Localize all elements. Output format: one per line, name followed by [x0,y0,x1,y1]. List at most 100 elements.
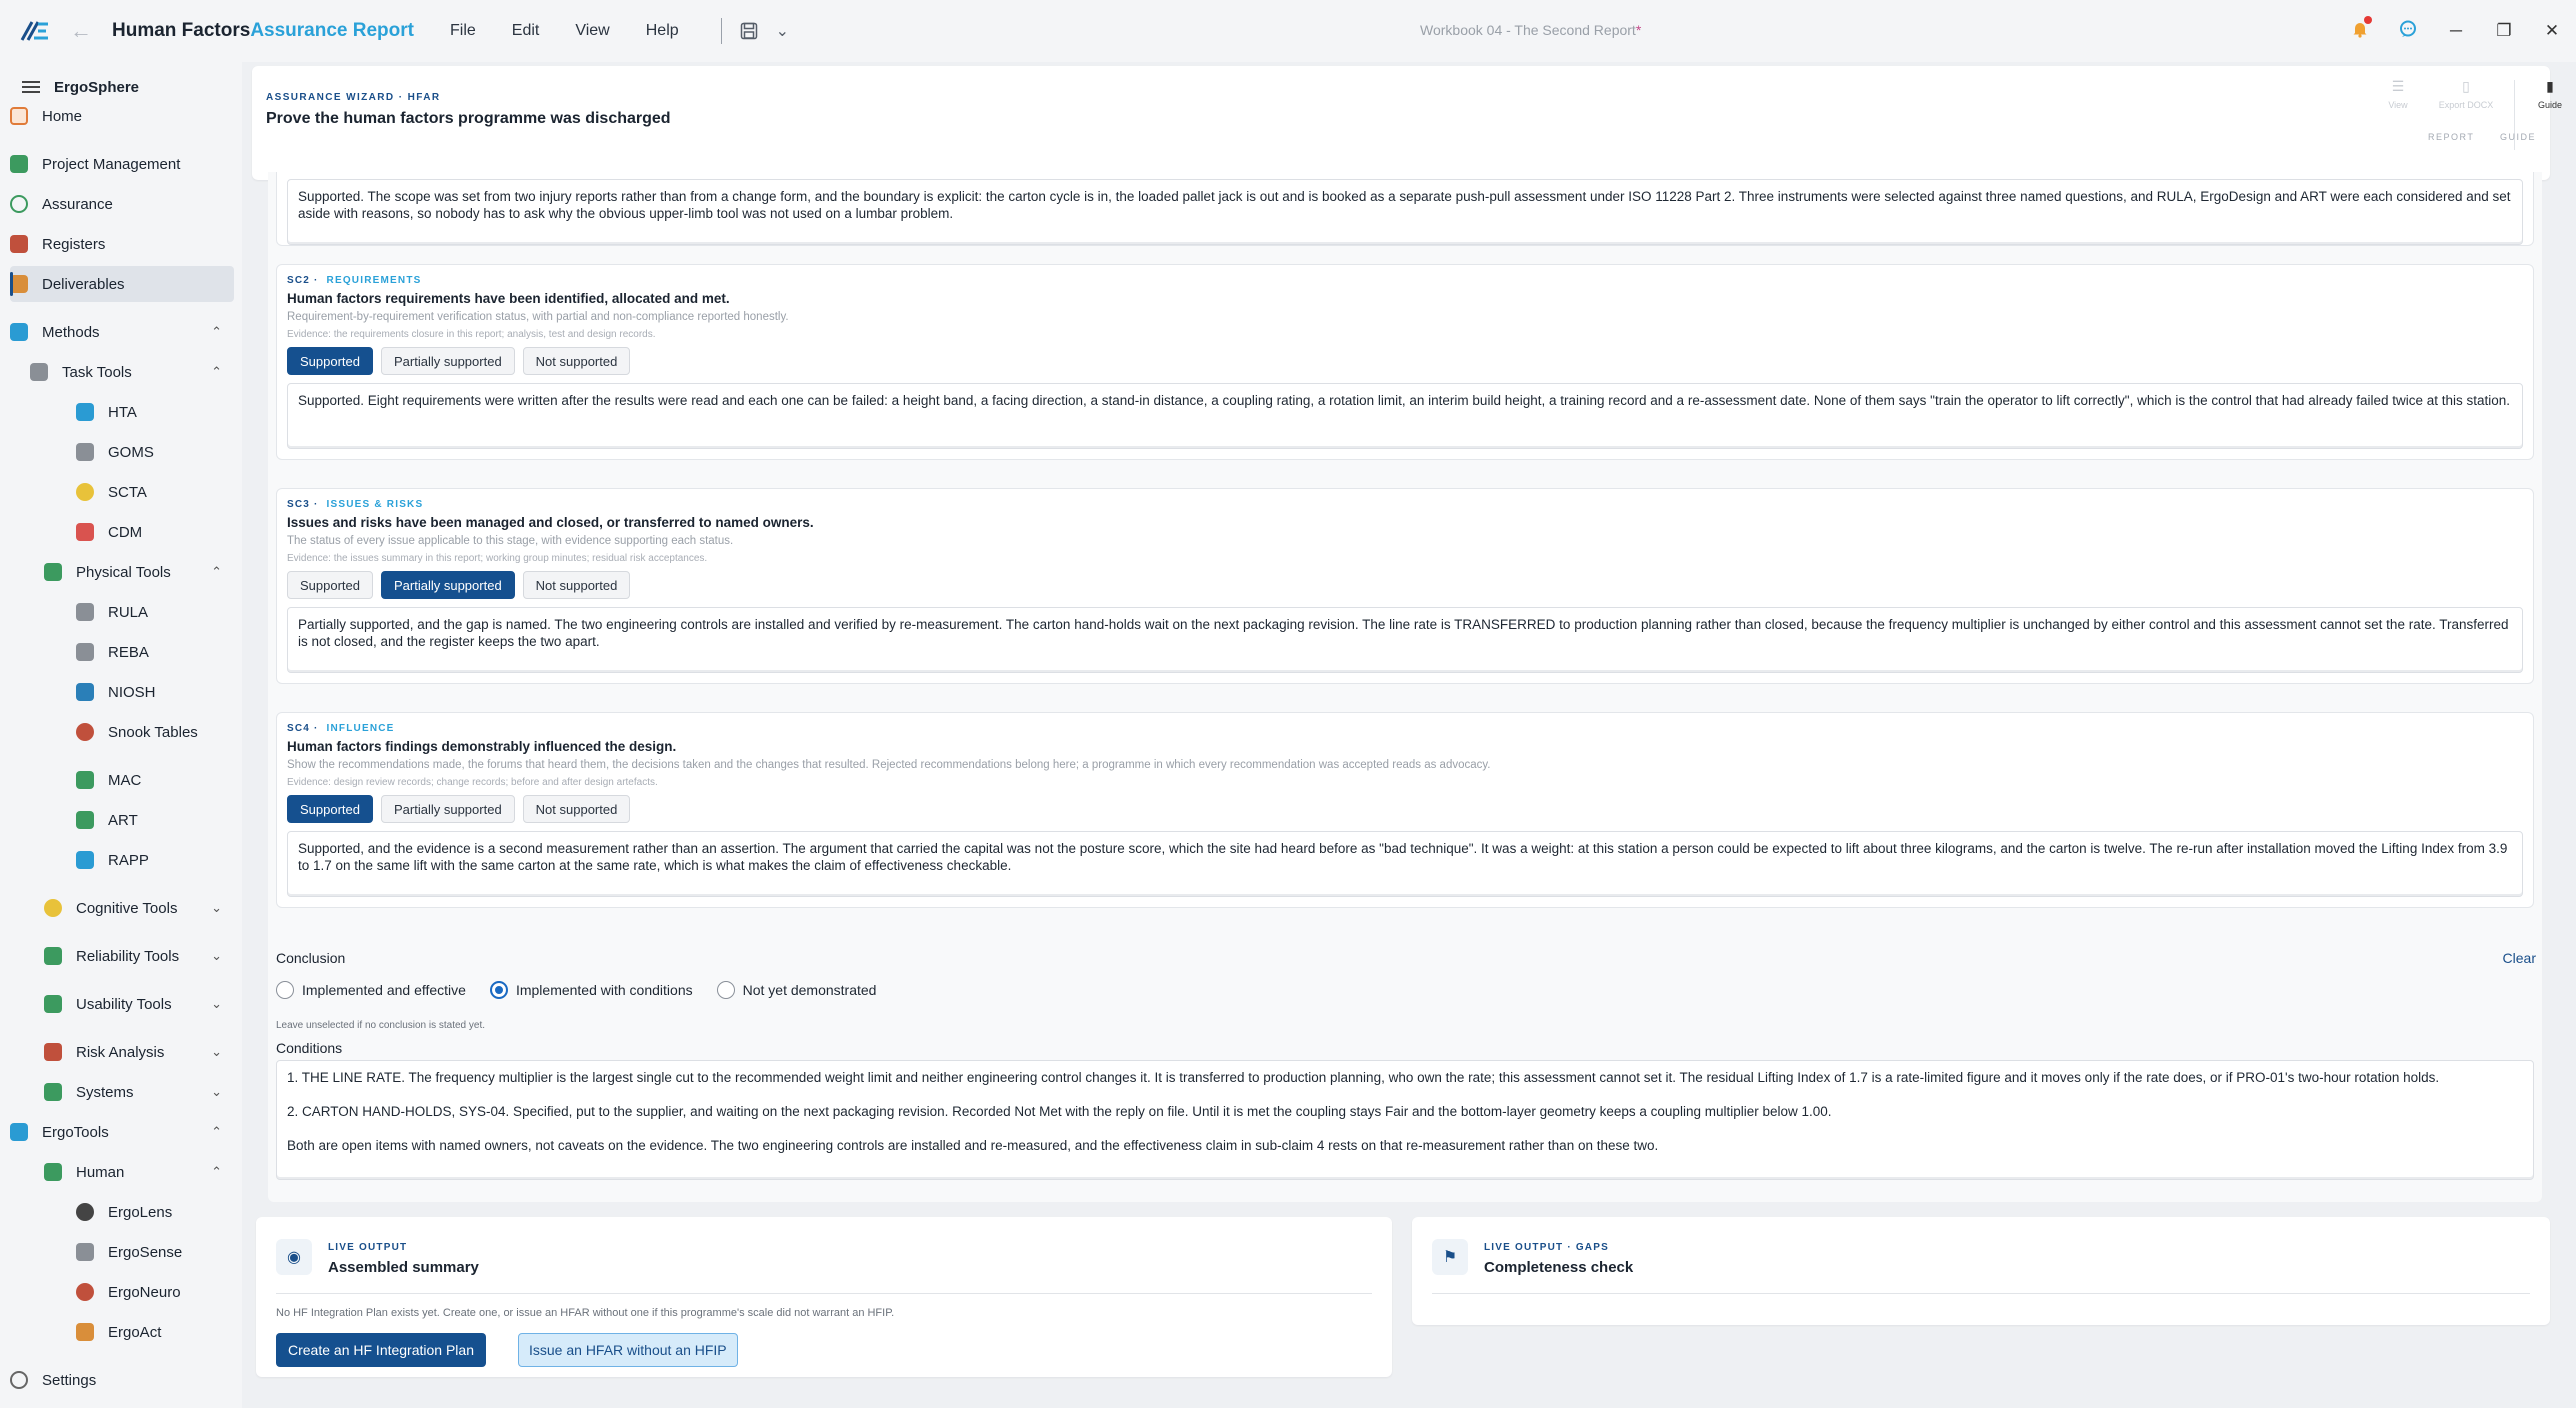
niosh-icon [76,683,94,701]
radio-circle[interactable] [716,981,735,999]
sidebar-item-ergosense[interactable]: ErgoSense [76,1234,234,1270]
sidebar-item-human[interactable]: Human ⌃ [44,1154,234,1190]
supported-button[interactable]: Supported [287,347,373,375]
subclaim-text[interactable]: Partially supported, and the gap is name… [287,607,2523,673]
support-status-group: Supported Partially supported Not suppor… [287,571,631,599]
sidebar-item-label: Home [42,107,83,125]
app-logo [18,18,52,44]
sidebar-item-systems[interactable]: Systems ⌄ [44,1074,234,1110]
partially-supported-button[interactable]: Partially supported [381,795,515,823]
sidebar-item-label: Task Tools [62,363,132,381]
export-docx-button[interactable]: ▯ Export DOCX [2424,78,2508,110]
issue-hfar-without-hfip-button[interactable]: Issue an HFAR without an HFIP [518,1333,738,1367]
sidebar-item-methods[interactable]: Methods ⌃ [10,314,234,350]
radio-implemented-with-conditions[interactable]: Implemented with conditions [489,981,693,999]
subclaim-text[interactable]: Supported, and the evidence is a second … [287,831,2523,897]
view-button[interactable]: ☰ View [2366,78,2430,110]
sidebar-item-settings[interactable]: Settings [10,1362,234,1398]
sidebar-item-task-tools[interactable]: Task Tools ⌃ [30,354,234,390]
guide-button[interactable]: ▮ Guide [2518,78,2576,110]
notification-dot [2364,15,2372,24]
sidebar-item-snook-tables[interactable]: Snook Tables [76,714,234,750]
subclaim-tag: SC4 · INFLUENCE [287,723,395,734]
completeness-check-title: Completeness check [1484,1259,1634,1276]
sidebar-item-registers[interactable]: Registers [10,226,234,262]
sidebar-item-assurance[interactable]: Assurance [10,186,234,222]
subclaim-tag: SC3 · ISSUES & RISKS [287,499,424,510]
supported-button[interactable]: Supported [287,795,373,823]
sidebar-item-reba[interactable]: REBA [76,634,234,670]
save-icon[interactable] [740,22,758,40]
sidebar-item-cognitive-tools[interactable]: Cognitive Tools ⌄ [44,890,234,926]
radio-circle-selected[interactable] [489,981,508,999]
sidebar-item-hta[interactable]: HTA [76,394,234,430]
sidebar-item-rapp[interactable]: RAPP [76,842,234,878]
subclaim-category: INFLUENCE [326,723,395,734]
rapp-icon [76,851,94,869]
sidebar-item-mac[interactable]: MAC [76,762,234,798]
sidebar-item-art[interactable]: ART [76,802,234,838]
wizard-content[interactable]: Supported. The scope was set from two in… [268,172,2542,1202]
menu-file[interactable]: File [450,22,476,40]
sidebar-item-label: Risk Analysis [76,1043,165,1061]
partially-supported-button[interactable]: Partially supported [381,347,515,375]
not-supported-button[interactable]: Not supported [522,795,631,823]
sidebar-item-scta[interactable]: SCTA [76,474,234,510]
sidebar-item-rula[interactable]: RULA [76,594,234,630]
radio-circle[interactable] [276,981,294,999]
subclaim-text[interactable]: Supported. The scope was set from two in… [287,179,2523,245]
menu-help[interactable]: Help [646,22,679,40]
sidebar-item-usability-tools[interactable]: Usability Tools ⌄ [44,986,234,1022]
sidebar-item-ergoact[interactable]: ErgoAct [76,1314,234,1350]
minimize-icon[interactable]: ─ [2432,21,2480,41]
hamburger-menu-icon[interactable] [22,81,40,93]
sidebar-item-physical-tools[interactable]: Physical Tools ⌃ [44,554,234,590]
supported-button[interactable]: Supported [287,571,373,599]
sidebar-item-risk-analysis[interactable]: Risk Analysis ⌄ [44,1034,234,1070]
sidebar-item-label: CDM [108,523,143,541]
not-supported-button[interactable]: Not supported [522,347,631,375]
close-icon[interactable]: ✕ [2528,21,2576,41]
radio-implemented-effective[interactable]: Implemented and effective [276,981,466,999]
window-title: Workbook 04 - The Second Report* [1420,22,1641,38]
sidebar-item-home[interactable]: Home [10,98,234,134]
back-arrow-icon[interactable]: ← [70,18,92,44]
partially-supported-button[interactable]: Partially supported [381,571,515,599]
chevron-down-icon[interactable]: ⌄ [776,21,789,41]
create-hf-integration-plan-button[interactable]: Create an HF Integration Plan [276,1333,486,1367]
task-tools-icon [30,363,48,381]
sidebar-item-cdm[interactable]: CDM [76,514,234,550]
sidebar-item-goms[interactable]: GOMS [76,434,234,470]
condition-paragraph: 1. THE LINE RATE. The frequency multipli… [287,1070,2440,1085]
menu-view[interactable]: View [575,22,609,40]
subclaim-description: Requirement-by-requirement verification … [287,311,789,323]
toolbar-separator [720,18,722,44]
sidebar-item-ergolens[interactable]: ErgoLens [76,1194,234,1230]
sidebar-item-ergoneuro[interactable]: ErgoNeuro [76,1274,234,1310]
ergoact-icon [76,1323,94,1341]
deliverables-icon [10,275,28,293]
restore-icon[interactable]: ❐ [2480,21,2528,41]
sidebar-item-ergotools[interactable]: ErgoTools ⌃ [10,1114,234,1150]
sidebar-item-reliability-tools[interactable]: Reliability Tools ⌄ [44,938,234,974]
clear-link[interactable]: Clear [2503,950,2536,966]
sidebar-item-project-management[interactable]: Project Management [10,146,234,182]
conditions-textarea[interactable]: 1. THE LINE RATE. The frequency multipli… [276,1060,2534,1180]
not-supported-button[interactable]: Not supported [522,571,631,599]
chat-icon[interactable] [2384,20,2432,43]
radio-not-yet-demonstrated[interactable]: Not yet demonstrated [716,981,876,999]
subclaim-text[interactable]: Supported. Eight requirements were writt… [287,383,2523,449]
page-title: Prove the human factors programme was di… [266,110,671,127]
breadcrumb-wizard[interactable]: ASSURANCE WIZARD [266,92,395,103]
menu-edit[interactable]: Edit [512,22,540,40]
systems-icon [44,1083,62,1101]
sidebar-item-niosh[interactable]: NIOSH [76,674,234,710]
sidebar-item-deliverables[interactable]: Deliverables [10,266,234,302]
sidebar-item-label: Snook Tables [108,723,198,741]
subclaim-category: REQUIREMENTS [326,275,422,286]
home-icon [10,107,28,125]
unsaved-marker: * [1635,22,1642,38]
notifications-bell-icon[interactable] [2336,15,2384,43]
radio-label: Implemented with conditions [515,982,693,998]
chevron-up-icon: ⌃ [211,1164,222,1179]
